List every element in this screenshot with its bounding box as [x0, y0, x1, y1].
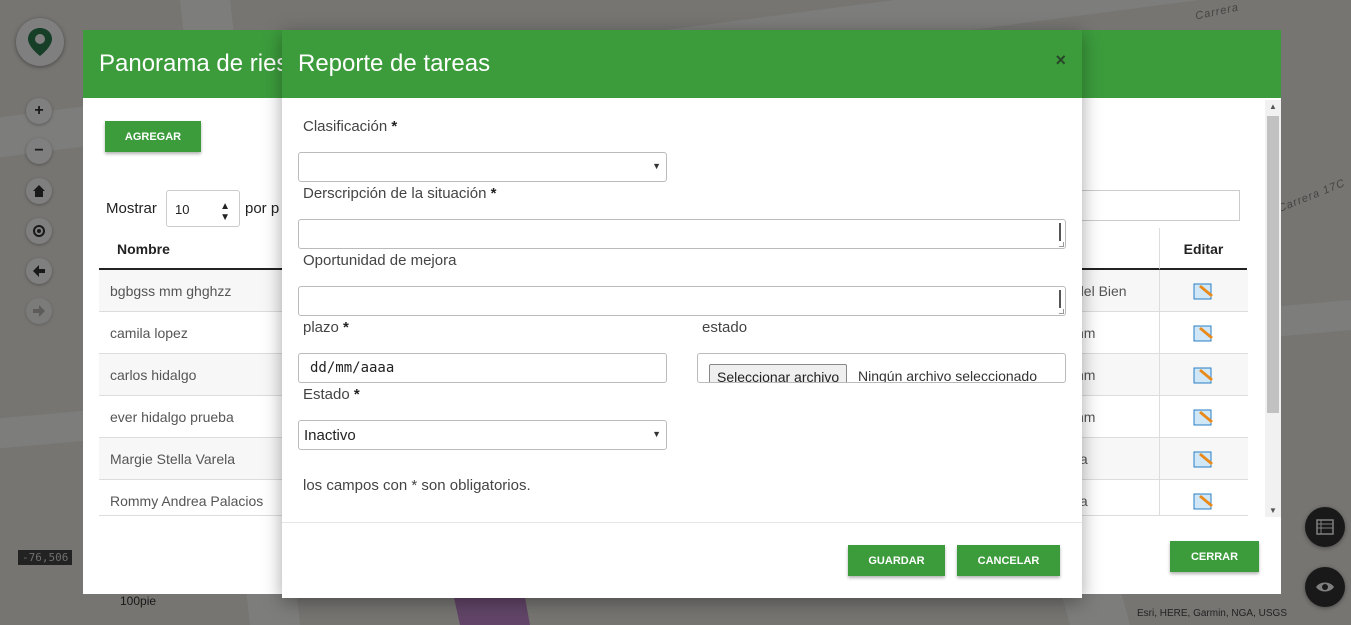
- add-button[interactable]: AGREGAR: [105, 121, 201, 152]
- edit-icon: [1193, 451, 1213, 468]
- file-label: estado: [702, 319, 748, 336]
- close-button[interactable]: CERRAR: [1170, 541, 1259, 572]
- deadline-date-input[interactable]: dd/mm/aaaa: [298, 353, 667, 383]
- edit-icon: [1193, 283, 1213, 300]
- chevron-down-icon: ▼: [652, 429, 661, 439]
- scrollbar-thumb[interactable]: [1267, 116, 1279, 413]
- row-name: camila lopez: [110, 325, 188, 341]
- footer-divider: [282, 522, 1082, 523]
- close-icon[interactable]: ×: [1055, 50, 1066, 71]
- status-value: Inactivo: [304, 427, 356, 444]
- task-report-modal: Reporte de tareas × Clasificación * ▼ De…: [282, 30, 1082, 598]
- row-extra: del Bien: [1076, 283, 1127, 299]
- textarea-scroll-grip: [1059, 290, 1061, 308]
- edit-button[interactable]: [1159, 396, 1247, 438]
- edit-icon: [1193, 325, 1213, 342]
- edit-button[interactable]: [1159, 438, 1247, 480]
- status-label-text: Estado: [303, 386, 350, 403]
- edit-button[interactable]: [1159, 480, 1247, 515]
- row-name: ever hidalgo prueba: [110, 409, 234, 425]
- row-name: Rommy Andrea Palacios: [110, 493, 264, 509]
- modal-scrollbar[interactable]: ▲ ▼: [1265, 100, 1281, 517]
- edit-icon: [1193, 493, 1213, 510]
- description-textarea[interactable]: [298, 219, 1066, 249]
- description-label: Derscripción de la situación *: [303, 185, 496, 202]
- file-status-text: Ningún archivo seleccionado: [858, 368, 1037, 383]
- classification-label-text: Clasificación: [303, 118, 388, 135]
- modal-title: Reporte de tareas: [282, 30, 1082, 98]
- edit-icon: [1193, 409, 1213, 426]
- deadline-label-text: plazo: [303, 319, 339, 336]
- choose-file-button[interactable]: Seleccionar archivo: [709, 364, 848, 382]
- table-search-input[interactable]: [1081, 190, 1240, 221]
- status-label: Estado *: [303, 386, 360, 403]
- status-select[interactable]: Inactivo ▼: [298, 420, 667, 450]
- required-fields-note: los campos con * son obligatorios.: [303, 477, 531, 494]
- page-length-select[interactable]: 10 ▲ ▼: [166, 190, 240, 227]
- show-entries-label: Mostrar: [106, 200, 157, 217]
- required-mark: *: [391, 118, 398, 135]
- column-header-edit: Editar: [1159, 228, 1247, 270]
- row-name: carlos hidalgo: [110, 367, 197, 383]
- chevron-down-icon: ▼: [652, 161, 661, 171]
- resize-handle[interactable]: [1059, 242, 1064, 247]
- improvement-label: Oportunidad de mejora: [303, 252, 457, 269]
- required-mark: *: [353, 386, 360, 403]
- file-upload-input[interactable]: Seleccionar archivo Ningún archivo selec…: [697, 353, 1066, 383]
- classification-select[interactable]: ▼: [298, 152, 667, 182]
- save-button[interactable]: GUARDAR: [848, 545, 945, 576]
- scroll-down-icon[interactable]: ▼: [1269, 506, 1277, 515]
- required-mark: *: [343, 319, 349, 336]
- edit-button[interactable]: [1159, 354, 1247, 396]
- cancel-button[interactable]: CANCELAR: [957, 545, 1060, 576]
- edit-button[interactable]: [1159, 270, 1247, 312]
- required-mark: *: [490, 185, 497, 202]
- resize-handle[interactable]: [1059, 309, 1064, 314]
- sort-arrows-icon: ▲ ▼: [220, 201, 230, 223]
- page-length-value: 10: [175, 202, 190, 217]
- textarea-scroll-grip: [1059, 223, 1061, 241]
- deadline-label: plazo *: [303, 319, 349, 336]
- improvement-textarea[interactable]: [298, 286, 1066, 316]
- per-page-label: por p: [245, 200, 280, 217]
- edit-icon: [1193, 367, 1213, 384]
- scroll-up-icon[interactable]: ▲: [1269, 102, 1277, 111]
- classification-label: Clasificación *: [303, 118, 397, 135]
- row-name: Margie Stella Varela: [110, 451, 236, 467]
- description-label-text: Derscripción de la situación: [303, 185, 487, 202]
- edit-button[interactable]: [1159, 312, 1247, 354]
- row-name: bgbgss mm ghghzz: [110, 283, 232, 299]
